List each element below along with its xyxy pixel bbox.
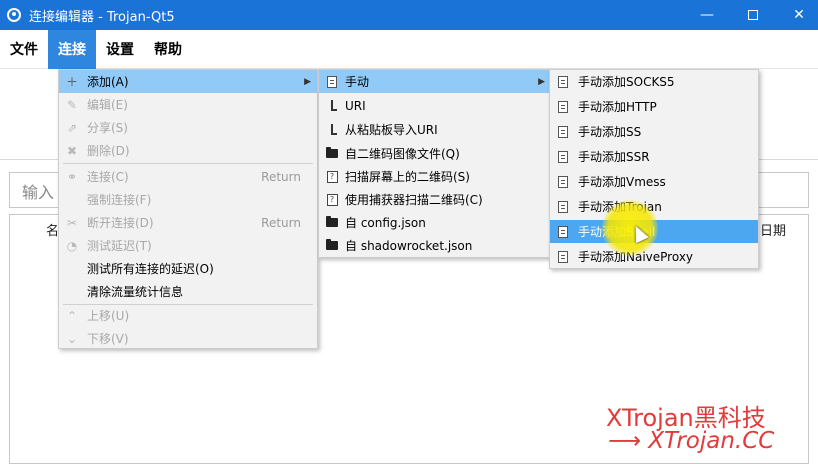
delete-icon: ✖ [66, 143, 78, 158]
menu-item-test-latency[interactable]: ◔ 测试延迟(T) [59, 234, 317, 257]
add-menu-item-clipboard-uri[interactable]: 从粘贴板导入URI [319, 118, 551, 141]
doc-icon [558, 175, 568, 188]
add-menu-item-scan-screen[interactable]: ? 扫描屏幕上的二维码(S) [319, 165, 551, 188]
speed-icon: ◔ [66, 238, 78, 253]
menu-connection[interactable]: 连接 [48, 29, 96, 69]
chevron-up-icon: ⌃ [66, 308, 78, 323]
add-submenu: 手动 ▶ URI 从粘贴板导入URI 自二维码图像文件(Q) ? 扫描屏幕上的二… [318, 69, 552, 258]
menu-item-delete[interactable]: ✖ 删除(D) [59, 139, 317, 162]
doc-icon [558, 75, 568, 88]
cursor-icon [331, 124, 337, 135]
menu-item-force-connect[interactable]: 强制连接(F) [59, 188, 317, 211]
menu-item-clear-traffic[interactable]: 清除流量统计信息 [59, 280, 317, 303]
folder-icon [326, 239, 338, 250]
manual-item-socks5[interactable]: 手动添加SOCKS5 [550, 70, 758, 93]
menu-separator [63, 163, 313, 164]
arrow-right-icon: ⟶ [608, 428, 641, 454]
menu-bar: 文件 连接 设置 帮助 [0, 29, 818, 69]
menu-item-edit[interactable]: ✎ 编辑(E) [59, 93, 317, 116]
menu-item-move-up[interactable]: ⌃ 上移(U) [59, 304, 317, 327]
app-logo-icon [7, 8, 21, 22]
maximize-button[interactable] [730, 0, 776, 30]
folder-icon [326, 216, 338, 227]
doc-icon [558, 200, 568, 213]
menu-file[interactable]: 文件 [0, 30, 48, 69]
manual-item-http[interactable]: 手动添加HTTP [550, 95, 758, 118]
doc-icon [558, 150, 568, 163]
qr-icon: ? [326, 193, 338, 206]
menu-item-share[interactable]: ⇗ 分享(S) [59, 116, 317, 139]
doc-icon [558, 100, 568, 113]
close-button[interactable]: ✕ [776, 0, 818, 30]
menu-item-test-all-latency[interactable]: 测试所有连接的延迟(O) [59, 257, 317, 280]
add-menu-item-shadowrocket-json[interactable]: 自 shadowrocket.json [319, 234, 551, 257]
menu-item-move-down[interactable]: ⌄ 下移(V) [59, 327, 317, 350]
add-menu-item-config-json[interactable]: 自 config.json [319, 211, 551, 234]
qr-icon: ? [326, 170, 338, 183]
maximize-icon [748, 10, 758, 20]
doc-icon [327, 75, 337, 88]
folder-icon [326, 147, 338, 158]
add-menu-item-uri[interactable]: URI [319, 94, 551, 117]
minimize-button[interactable]: — [684, 0, 730, 30]
unlink-icon: ✂ [66, 215, 78, 230]
chevron-right-icon: ▶ [538, 76, 545, 87]
add-menu-item-scan-capture[interactable]: ? 使用捕获器扫描二维码(C) [319, 188, 551, 211]
menu-item-disconnect[interactable]: ✂ 断开连接(D) Return [59, 211, 317, 234]
link-icon: ⚭ [66, 169, 78, 184]
window-title: 连接编辑器 - Trojan-Qt5 [29, 9, 175, 25]
share-icon: ⇗ [66, 120, 78, 135]
add-menu-item-manual[interactable]: 手动 ▶ [319, 70, 551, 93]
manual-item-ss[interactable]: 手动添加SS [550, 120, 758, 143]
title-bar: 连接编辑器 - Trojan-Qt5 — ✕ [0, 0, 818, 30]
manual-item-naiveproxy[interactable]: 手动添加NaiveProxy [550, 245, 758, 268]
doc-icon [558, 125, 568, 138]
manual-item-ssr[interactable]: 手动添加SSR [550, 145, 758, 168]
chevron-right-icon: ▶ [304, 76, 311, 87]
doc-icon [558, 225, 568, 238]
doc-icon [558, 250, 568, 263]
menu-item-connect[interactable]: ⚭ 连接(C) Return [59, 165, 317, 188]
menu-item-add[interactable]: ＋ 添加(A) ▶ [59, 70, 317, 93]
cursor-icon [331, 100, 337, 111]
column-header-date[interactable]: 日期 [760, 220, 786, 239]
menu-settings[interactable]: 设置 [96, 30, 144, 69]
plus-icon: ＋ [65, 75, 78, 89]
menu-help[interactable]: 帮助 [144, 30, 192, 69]
connection-menu: ＋ 添加(A) ▶ ✎ 编辑(E) ⇗ 分享(S) ✖ 删除(D) ⚭ 连接(C… [58, 69, 318, 349]
edit-icon: ✎ [66, 97, 78, 112]
add-menu-item-qr-file[interactable]: 自二维码图像文件(Q) [319, 142, 551, 165]
chevron-down-icon: ⌄ [66, 331, 78, 346]
watermark-url: ⟶ XTrojan.CC [608, 428, 775, 454]
manual-item-vmess[interactable]: 手动添加Vmess [550, 170, 758, 193]
